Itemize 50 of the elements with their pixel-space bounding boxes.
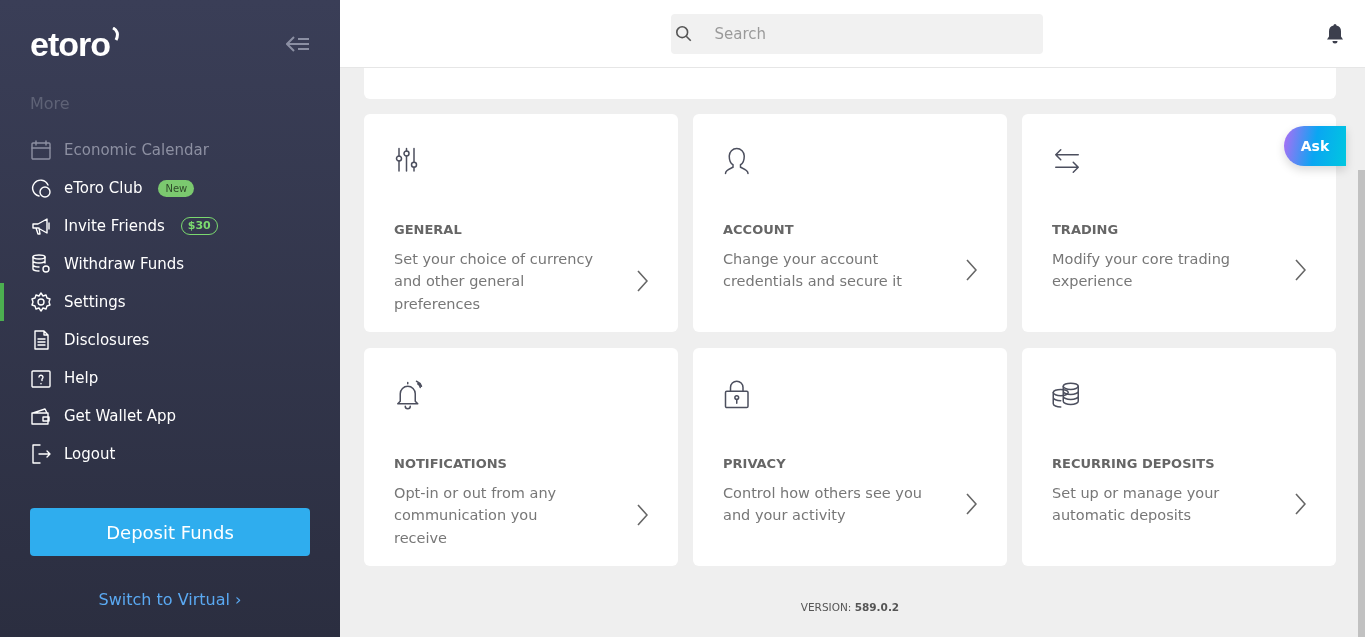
help-icon (30, 367, 52, 389)
menu-item-badge: New (158, 179, 195, 197)
logout-icon (30, 443, 52, 465)
card-description: Modify your core trading experience (1052, 249, 1232, 291)
switch-to-virtual-link[interactable]: Switch to Virtual › (98, 588, 242, 612)
arrows-icon (1052, 146, 1082, 176)
version-text: VERSION: 589.0.2 (799, 600, 901, 615)
card-description: Set your choice of currency and other general preferences (394, 249, 594, 314)
chevron-right-icon (965, 259, 977, 281)
wallet-icon (30, 405, 52, 427)
settings-card[interactable]: RECURRING DEPOSITS Set up or manage your automatic deposits (1022, 348, 1336, 566)
settings-icon (30, 291, 52, 313)
sidebar-item[interactable]: Invite Friends $30 (0, 207, 340, 245)
sidebar-item[interactable]: Withdraw Funds (0, 245, 340, 283)
calendar-icon (30, 139, 52, 161)
chevron-right-icon (965, 493, 977, 515)
chevron-right-icon (1294, 493, 1306, 515)
settings-card[interactable]: GENERAL Set your choice of currency and other general preferences (364, 114, 678, 332)
chevron-right-icon (636, 270, 648, 293)
bell-icon (394, 380, 424, 410)
card-description: Opt-in or out from any communication you receive (394, 483, 558, 548)
circles-icon (30, 177, 52, 199)
bell-icon[interactable] (1325, 22, 1345, 45)
chevron-right-icon (636, 504, 648, 527)
card-description: Set up or manage your automatic deposits (1052, 483, 1221, 525)
settings-card[interactable]: NOTIFICATIONS Opt-in or out from any communication you receive (364, 348, 678, 566)
sidebar-item[interactable]: Get Wallet App (0, 397, 340, 435)
scrollbar-thumb[interactable] (1358, 170, 1365, 637)
sidebar-item[interactable]: Help (0, 359, 340, 397)
logo-text: etoro (30, 27, 110, 61)
coins-gear-icon (30, 253, 52, 275)
card-title: NOTIFICATIONS (394, 455, 508, 473)
sidebar-item[interactable]: Logout (0, 435, 340, 473)
sidebar-item[interactable]: eToro Club New (0, 169, 340, 207)
sidebar-item[interactable]: Settings (0, 283, 340, 321)
card-description: Control how others see you and your activity (723, 483, 923, 525)
coins-icon (1052, 380, 1082, 410)
card-title: ACCOUNT (723, 221, 795, 239)
card-description: Change your account credentials and secure it (723, 249, 904, 291)
card-title: PRIVACY (723, 455, 787, 473)
settings-card[interactable]: PRIVACY Control how others see you and your activity (693, 348, 1007, 566)
card-title: TRADING (1052, 221, 1120, 239)
card-title: GENERAL (394, 221, 463, 239)
settings-card[interactable]: ACCOUNT Change your account credentials and secure it (693, 114, 1007, 332)
chevron-right-icon (1294, 259, 1306, 281)
megaphone-icon (30, 215, 52, 237)
collapse-icon[interactable] (286, 36, 310, 52)
sidebar-item[interactable]: Disclosures (0, 321, 340, 359)
card-title: RECURRING DEPOSITS (1052, 455, 1216, 473)
sidebar-item[interactable]: Economic Calendar (0, 131, 340, 169)
